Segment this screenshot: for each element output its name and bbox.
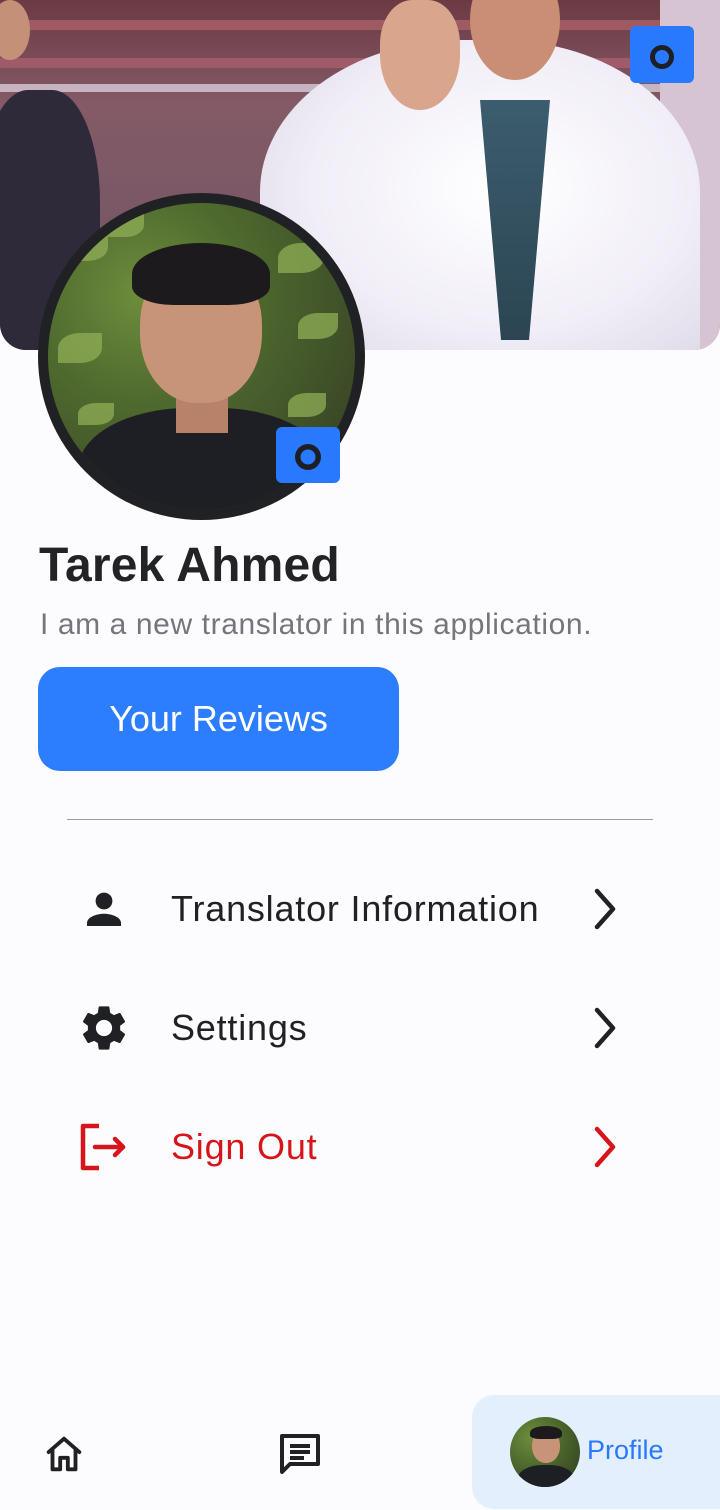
menu-item-label: Settings <box>171 1007 308 1048</box>
person-icon <box>77 882 131 936</box>
menu-item-label: Translator Information <box>171 888 540 929</box>
profile-bio: I am a new translator in this applicatio… <box>40 608 593 641</box>
bottom-navigation: Profile <box>0 1395 720 1510</box>
nav-profile-label: Profile <box>587 1435 664 1465</box>
change-avatar-camera-button[interactable] <box>276 427 340 483</box>
profile-name: Tarek Ahmed <box>39 539 340 592</box>
nav-home-button[interactable] <box>36 1426 92 1482</box>
change-cover-camera-button[interactable] <box>630 26 694 83</box>
home-icon <box>46 1436 82 1472</box>
camera-icon <box>641 39 683 73</box>
chevron-right-icon <box>585 1003 625 1053</box>
gear-icon <box>77 1001 131 1055</box>
chat-icon <box>280 1434 320 1474</box>
logout-icon <box>77 1120 131 1174</box>
menu-item-settings[interactable]: Settings <box>67 978 653 1078</box>
chevron-right-icon <box>585 884 625 934</box>
nav-chat-button[interactable] <box>272 1426 328 1482</box>
avatar <box>510 1417 580 1487</box>
menu-item-sign-out[interactable]: Sign Out <box>67 1097 653 1197</box>
menu-item-label: Sign Out <box>171 1126 318 1167</box>
your-reviews-button[interactable]: Your Reviews <box>38 667 399 771</box>
camera-icon <box>295 444 321 470</box>
divider <box>67 819 653 820</box>
menu-item-translator-information[interactable]: Translator Information <box>67 859 653 959</box>
chevron-right-icon <box>585 1122 625 1172</box>
nav-profile-button[interactable]: Profile <box>472 1395 720 1509</box>
